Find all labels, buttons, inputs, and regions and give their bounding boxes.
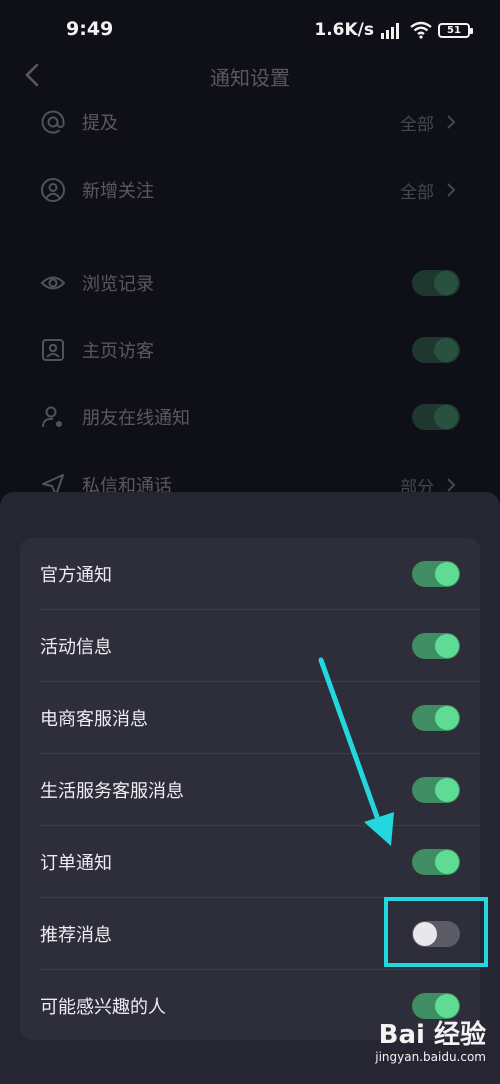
- toggle-knob: [435, 706, 459, 730]
- option-ecommerce-service: 电商客服消息: [20, 682, 480, 754]
- network-speed: 1.6K/s: [314, 20, 374, 40]
- option-label: 推荐消息: [40, 925, 112, 946]
- status-indicators: 1.6K/s 51: [314, 18, 473, 42]
- settings-row-label: 提及: [82, 113, 118, 134]
- settings-row-profile-visitors: 主页访客: [0, 320, 500, 380]
- settings-row-value: 全部: [400, 182, 434, 203]
- status-time: 9:49: [66, 18, 114, 40]
- annotation-highlight-box: [384, 897, 488, 967]
- life-service-toggle[interactable]: [412, 777, 460, 803]
- official-notice-toggle[interactable]: [412, 561, 460, 587]
- option-label: 可能感兴趣的人: [40, 997, 166, 1018]
- toggle-knob: [435, 778, 459, 802]
- chevron-right-icon: [447, 183, 456, 197]
- signal-icon: [381, 23, 399, 39]
- option-official-notice: 官方通知: [20, 538, 480, 610]
- toggle-knob: [435, 850, 459, 874]
- activity-info-toggle[interactable]: [412, 633, 460, 659]
- friend-online-toggle[interactable]: [412, 404, 460, 430]
- watermark-brand: Bai 经验: [378, 1020, 486, 1050]
- option-activity-info: 活动信息: [20, 610, 480, 682]
- settings-row-new-followers[interactable]: 新增关注 全部: [0, 160, 500, 220]
- user-circle-icon: [41, 178, 65, 202]
- ecommerce-service-toggle[interactable]: [412, 705, 460, 731]
- option-label: 电商客服消息: [40, 709, 148, 730]
- option-label: 生活服务客服消息: [40, 781, 184, 802]
- friend-online-icon: [42, 406, 62, 428]
- settings-row-friend-online: 朋友在线通知: [0, 387, 500, 447]
- settings-row-label: 新增关注: [82, 181, 154, 202]
- option-label: 官方通知: [40, 565, 112, 586]
- option-order-notice: 订单通知: [20, 826, 480, 898]
- profile-card-icon: [42, 339, 64, 361]
- settings-row-browse-history: 浏览记录: [0, 253, 500, 313]
- option-label: 活动信息: [40, 637, 112, 658]
- battery-level: 51: [447, 24, 461, 36]
- settings-row-label: 浏览记录: [82, 274, 154, 295]
- settings-row-value: 全部: [400, 114, 434, 135]
- option-life-service: 生活服务客服消息: [20, 754, 480, 826]
- eye-icon: [40, 276, 66, 290]
- chevron-right-icon: [447, 115, 456, 129]
- battery-icon: 51: [438, 22, 473, 38]
- at-icon: [41, 110, 65, 134]
- settings-row-mentions[interactable]: 提及 全部: [0, 92, 500, 152]
- status-bar: 9:49 1.6K/s 51: [0, 0, 500, 58]
- option-label: 订单通知: [40, 853, 112, 874]
- toggle-knob: [435, 562, 459, 586]
- browse-history-toggle[interactable]: [412, 270, 460, 296]
- settings-row-label: 主页访客: [82, 341, 154, 362]
- baidu-jingyan-watermark: Bai 经验 jingyan.baidu.com: [370, 1014, 490, 1076]
- toggle-knob: [435, 634, 459, 658]
- watermark-url: jingyan.baidu.com: [375, 1050, 486, 1064]
- notification-options-sheet: 官方通知 活动信息 电商客服消息 生活服务客服消息 订单通知 推荐消息 可能感兴…: [0, 492, 500, 1084]
- page-title: 通知设置: [210, 66, 290, 90]
- settings-row-label: 朋友在线通知: [82, 408, 190, 429]
- order-notice-toggle[interactable]: [412, 849, 460, 875]
- wifi-icon: [410, 21, 432, 39]
- profile-visitors-toggle[interactable]: [412, 337, 460, 363]
